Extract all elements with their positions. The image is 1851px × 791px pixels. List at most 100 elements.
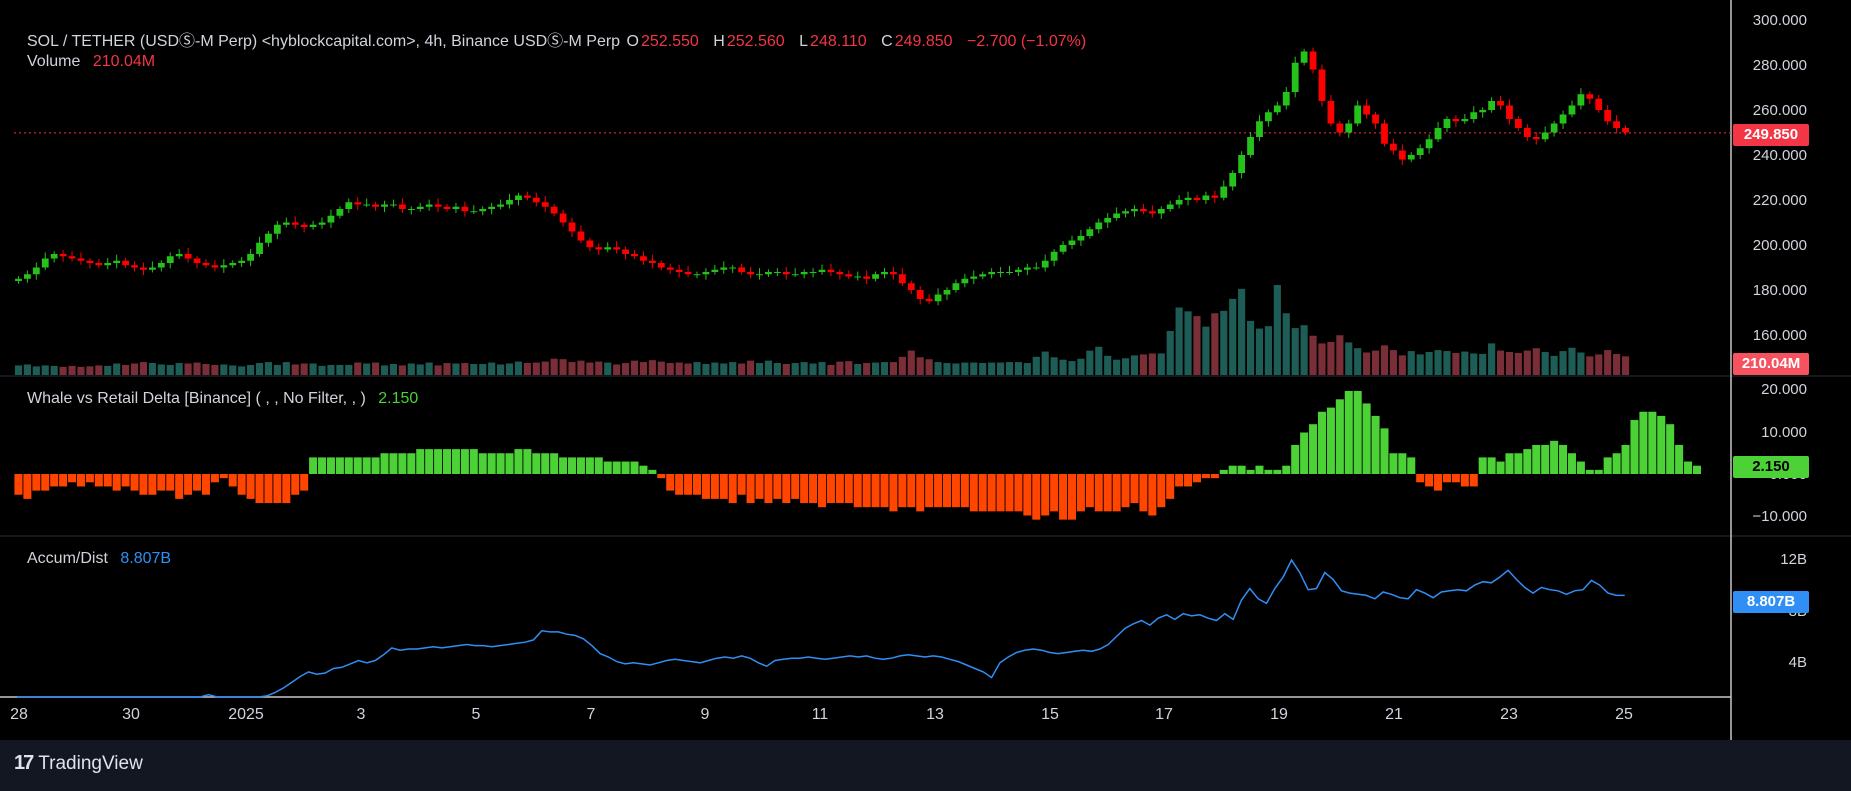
volume-bar [729, 362, 737, 375]
candle-body [1122, 211, 1129, 214]
time-tick: 23 [1500, 706, 1518, 723]
candle-body [1416, 148, 1424, 155]
delta-bar [1005, 474, 1014, 512]
symbol-title[interactable]: SOL / TETHER (USDⓈ-M Perp) <hyblockcapit… [27, 33, 620, 50]
volume-bar [1550, 355, 1558, 375]
volume-bar [684, 363, 692, 375]
candle-body [1006, 272, 1013, 273]
delta-bar [853, 474, 862, 508]
volume-bar [559, 359, 567, 375]
time-tick: 9 [700, 706, 710, 723]
accum-label[interactable]: Accum/Dist [27, 550, 108, 567]
delta-bar [1442, 474, 1451, 483]
candle-body [452, 206, 460, 209]
volume-bar [104, 365, 112, 375]
delta-bar [1594, 469, 1603, 474]
volume-bar [202, 363, 210, 375]
delta-bar [201, 474, 210, 495]
volume-bar [782, 363, 790, 375]
candle-body [1220, 186, 1228, 198]
delta-bar [532, 453, 541, 474]
volume-bar [1264, 326, 1272, 375]
delta-bar [648, 469, 657, 474]
low-value: 248.110 [810, 33, 867, 50]
volume-bar [1255, 328, 1264, 375]
volume-bar [1380, 345, 1389, 375]
candle-body [970, 276, 978, 279]
volume-bar [1229, 298, 1237, 375]
volume-bar [666, 363, 674, 375]
delta-bar [389, 453, 398, 474]
volume-bar [166, 364, 174, 375]
delta-bar [193, 474, 202, 491]
delta-bar [1657, 415, 1666, 474]
volume-bar [211, 364, 219, 375]
candle-body [318, 222, 326, 225]
delta-bar [166, 474, 175, 491]
candle-body [1345, 123, 1353, 133]
volume-bar [264, 362, 273, 375]
volume-bar [184, 363, 192, 375]
candle-body [309, 224, 317, 227]
delta-bar [1362, 403, 1371, 474]
delta-bar [1621, 444, 1630, 474]
volume-bar [1023, 363, 1031, 375]
candle-body [595, 247, 603, 250]
volume-bar [693, 362, 701, 375]
volume-bar [354, 362, 362, 375]
main-legend: SOL / TETHER (USDⓈ-M Perp) <hyblockcapit… [27, 27, 1088, 51]
candle-body [1327, 101, 1335, 124]
close-value: 249.850 [894, 33, 953, 50]
candle-body [300, 224, 308, 227]
volume-bar [1148, 353, 1156, 375]
candle-body [1523, 128, 1531, 137]
volume-bar [1202, 326, 1210, 375]
volume-bar [1541, 352, 1549, 375]
candle-body [1193, 197, 1201, 200]
volume-bar [1086, 350, 1094, 375]
delta-bar [942, 474, 952, 508]
volume-bar [122, 364, 130, 375]
delta-bar [701, 474, 710, 499]
volume-bar [1479, 353, 1487, 375]
candle-body [1604, 110, 1612, 122]
delta-bar [1326, 407, 1335, 474]
delta-bar [1219, 469, 1228, 474]
candle-body [23, 274, 31, 279]
candle-body [336, 209, 344, 216]
volume-bar [300, 363, 308, 375]
candle-body [1211, 195, 1219, 198]
delta-bar [889, 474, 898, 512]
volume-value: 210.04M [92, 53, 156, 70]
delta-bar [800, 474, 809, 504]
candle-body [1050, 251, 1058, 261]
delta-bar [782, 474, 791, 504]
delta-bar [764, 474, 773, 504]
tradingview-brand[interactable]: 17 TradingView [14, 752, 143, 775]
volume-bar [434, 365, 442, 375]
delta-bar [1559, 444, 1568, 474]
volume-bar [1389, 350, 1397, 375]
candle-body [372, 204, 379, 207]
delta-bar [264, 474, 273, 504]
volume-bar [889, 362, 897, 375]
delta-bar [639, 465, 648, 474]
candle-body [50, 254, 58, 259]
volume-bar [836, 361, 844, 375]
volume-bar [648, 360, 656, 375]
candle-body [1372, 114, 1379, 124]
volume-bar [747, 360, 755, 375]
volume-label[interactable]: Volume [27, 53, 80, 70]
volume-bar [1425, 352, 1433, 375]
volume-bar [389, 363, 398, 375]
delta-label[interactable]: Whale vs Retail Delta [Binance] ( , , No… [27, 390, 366, 407]
delta-value: 2.150 [378, 390, 419, 407]
volume-bar [255, 363, 264, 375]
chart-svg[interactable] [0, 0, 1851, 740]
candle-body [1291, 62, 1299, 92]
candle-body [907, 283, 915, 290]
delta-bar [835, 474, 844, 504]
volume-bar [380, 365, 389, 375]
candle-body [1300, 51, 1308, 63]
candle-body [1622, 128, 1629, 133]
